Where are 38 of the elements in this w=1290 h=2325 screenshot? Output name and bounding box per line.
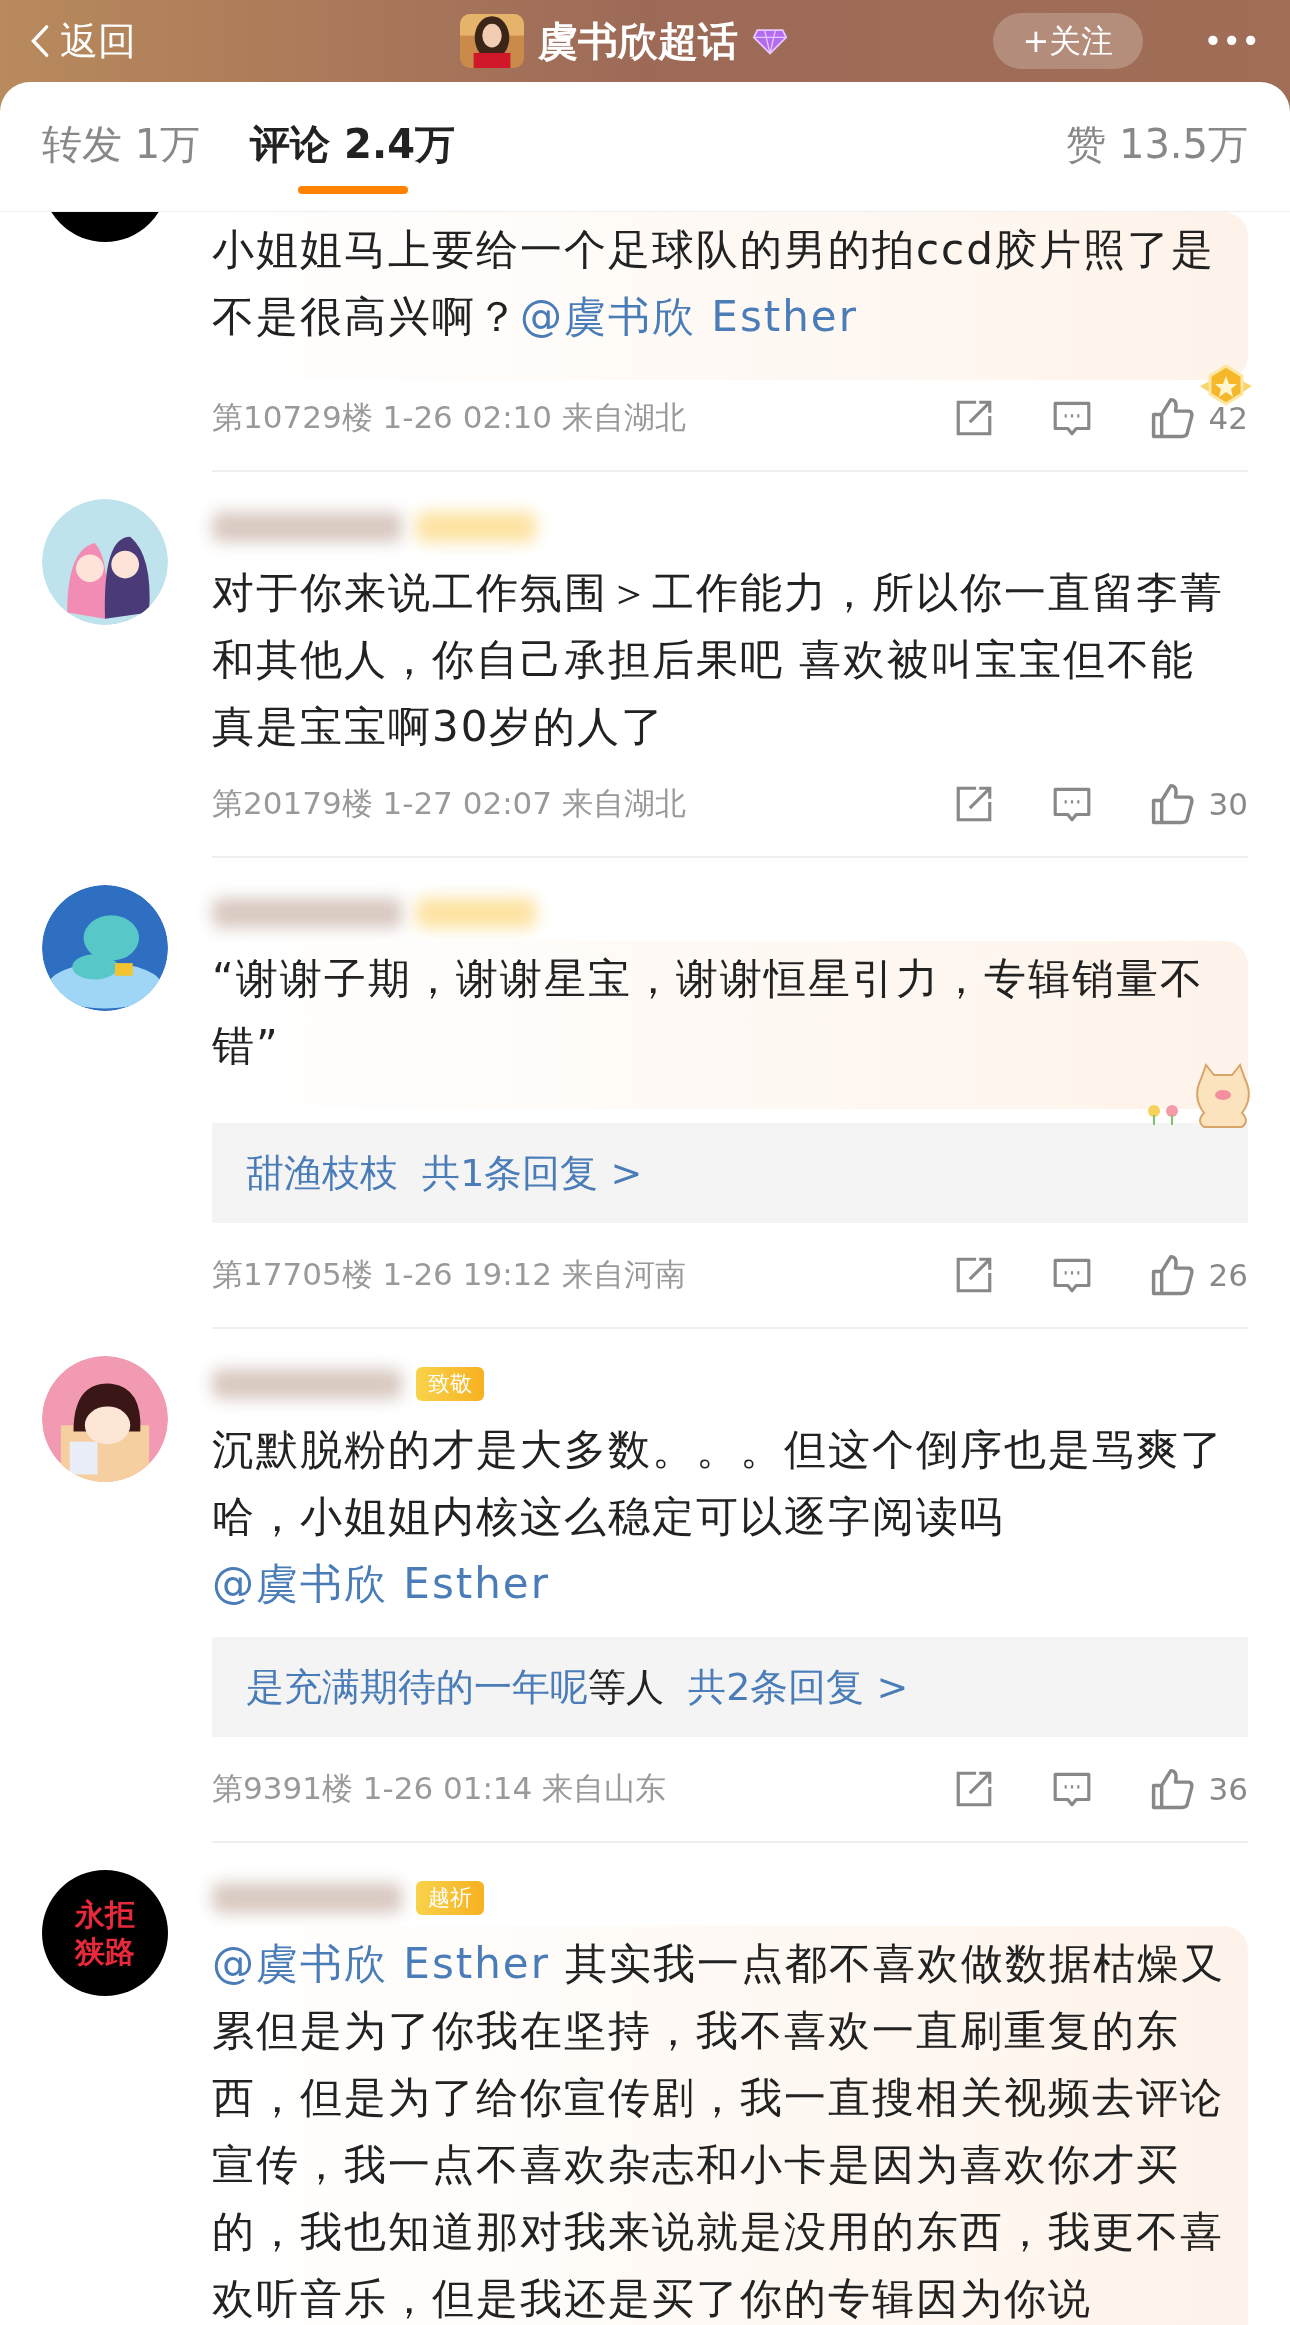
mention-link[interactable]: @虞书欣 Esther [212, 1559, 550, 1608]
topic-title: 虞书欣超话 [538, 17, 739, 65]
like-count: 42 [1208, 400, 1248, 436]
comment-text: 沉默脱粉的才是大多数。。。但这个倒序也是骂爽了哈，小姐姐内核这么稳定可以逐字阅读吗 @虞书欣 Esther [212, 1424, 1225, 1610]
avatar-text: 永拒狭路 [73, 1895, 136, 1971]
comment-meta: 第17705楼 1-26 19:12 来自河南 [212, 1255, 687, 1294]
avatar[interactable]: 永拒狭路 [42, 1870, 168, 1996]
like-count: 36 [1208, 1771, 1248, 1807]
diamond-badge-icon [752, 26, 789, 56]
back-icon [30, 24, 50, 58]
avatar[interactable] [42, 1356, 168, 1482]
comment-text: @虞书欣 Esther 其实我一点都不喜欢做数据枯燥又累但是为了你我在坚持，我不喜欢一直刷重复的东西，但是为了给你宣传剧，我一直搜相关视频去评论宣传，我一点不喜欢杂志和小卡是因为喜欢你才买的，我也知道那对我来说就是没用的东西，我更不喜欢听音乐，但是我还是买了你的专辑因为你说 [212, 1926, 1248, 2325]
replies-panel[interactable]: 甜渔枝枝 共1条回复 > [212, 1123, 1248, 1223]
fan-badge: 越祈 [416, 1881, 484, 1915]
back-button[interactable]: 返回 [30, 19, 136, 63]
like-count: 30 [1208, 786, 1248, 822]
comment-text: “谢谢子期，谢谢星宝，谢谢恒星引力，专辑销量不错” [212, 941, 1248, 1109]
tab[interactable]: 赞 13.5万 [1066, 95, 1248, 198]
replies-panel[interactable]: 是充满期待的一年呢等人 共2条回复 > [212, 1637, 1248, 1737]
mention-link[interactable]: @虞书欣 Esther [212, 1939, 550, 1988]
more-button[interactable]: ••• [1203, 21, 1260, 61]
tab[interactable]: 评论 2.4万 [250, 95, 455, 198]
comment-meta: 第20179楼 1-27 02:07 来自湖北 [212, 784, 687, 823]
comment-meta: 第9391楼 1-26 01:14 来自山东 [212, 1769, 668, 1808]
tab[interactable]: 转发 1万 [42, 95, 201, 198]
mention-link[interactable]: @虞书欣 Esther [520, 292, 858, 341]
fan-badge: 致敬 [416, 1367, 484, 1401]
comment-meta: 第10729楼 1-26 02:10 来自湖北 [212, 398, 687, 437]
comment-text: 小姐姐马上要给一个足球队的男的拍ccd胶片照了是不是很高兴啊？@虞书欣 Esther [212, 212, 1248, 380]
reply-link[interactable]: 甜渔枝枝 [246, 1151, 398, 1195]
reply-link[interactable]: 是充满期待的一年呢 [246, 1665, 588, 1709]
follow-button[interactable]: +关注 [992, 13, 1144, 69]
comment-text: 对于你来说工作氛围＞工作能力，所以你一直留李菁和其他人，你自己承担后果吧 喜欢被叫宝宝但不能真是宝宝啊30岁的人了 [212, 567, 1225, 753]
reply-link[interactable]: 共2条回复 > [664, 1665, 909, 1709]
reply-note: 等人 [588, 1665, 664, 1709]
reply-link[interactable]: 共1条回复 > [398, 1151, 643, 1195]
avatar[interactable] [42, 499, 168, 625]
like-count: 26 [1208, 1257, 1248, 1293]
